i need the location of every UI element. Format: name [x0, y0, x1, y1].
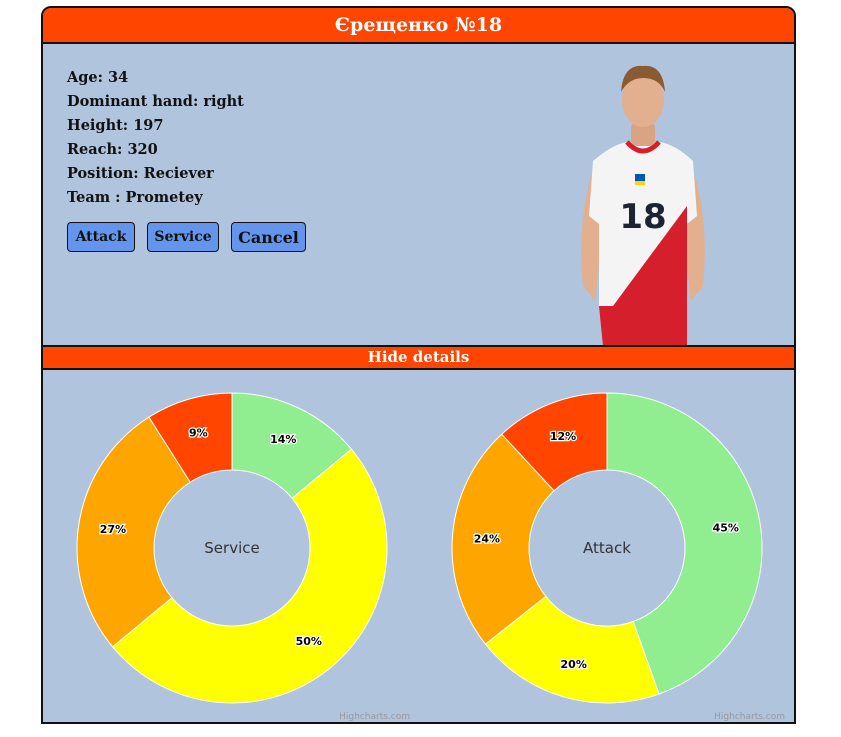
data-label: 50% — [296, 635, 322, 648]
data-label: 24% — [474, 533, 500, 546]
service-button[interactable]: Service — [147, 222, 219, 252]
chart-credit-link[interactable]: Highcharts.com — [714, 712, 785, 722]
jersey-number: 18 — [619, 197, 666, 237]
info-age: Age: 34 — [67, 69, 129, 86]
chart-center-title: Service — [204, 539, 259, 557]
info-height: Height: 197 — [67, 117, 164, 134]
chart-credit-link[interactable]: Highcharts.com — [339, 712, 410, 722]
service-donut-chart: 14% 50% 27% 9% Service Highcharts.com — [76, 392, 410, 722]
hide-details-toggle[interactable]: Hide details — [43, 345, 794, 370]
attack-donut-chart: 45% 20% 24% 12% Attack Highcharts.com — [451, 392, 785, 722]
info-position: Position: Reciever — [67, 165, 214, 182]
data-label: 9% — [189, 426, 208, 439]
action-buttons: Attack Service Cancel — [67, 222, 306, 252]
chart-center-title: Attack — [583, 539, 631, 557]
info-dominant-hand: Dominant hand: right — [67, 93, 244, 110]
attack-button[interactable]: Attack — [67, 222, 135, 252]
player-card: Єрещенко №18 Age: 34 Dominant hand: righ… — [41, 6, 796, 724]
data-label: 27% — [100, 523, 126, 536]
info-reach: Reach: 320 — [67, 141, 158, 158]
data-label: 14% — [270, 433, 296, 446]
charts-area: 14% 50% 27% 9% Service Highcharts.com 45% 20% 2… — [43, 368, 794, 722]
player-title: Єрещенко №18 — [43, 8, 794, 44]
data-label: 12% — [550, 430, 576, 443]
player-photo: 18 — [581, 65, 705, 346]
info-team: Team : Prometey — [67, 189, 203, 206]
cancel-button[interactable]: Cancel — [231, 222, 306, 252]
data-label: 45% — [713, 521, 739, 534]
data-label: 20% — [561, 658, 587, 671]
player-info: Age: 34 Dominant hand: right Height: 197… — [67, 66, 244, 210]
